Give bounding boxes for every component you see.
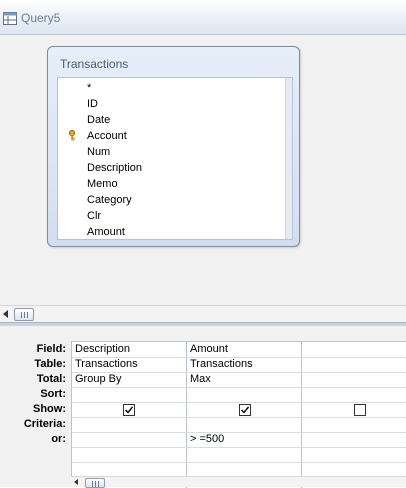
row-divider <box>72 417 406 418</box>
grid-cell-or[interactable] <box>190 447 300 462</box>
row-label-field: Field: <box>36 343 66 355</box>
show-checkbox[interactable] <box>354 404 366 416</box>
grid-cell-field[interactable]: Description <box>75 342 185 357</box>
row-label-show: Show: <box>33 403 66 415</box>
grid-cell-total[interactable]: Max <box>190 372 300 387</box>
query-icon <box>3 12 17 28</box>
field-item[interactable]: Clr <box>87 208 101 224</box>
query-design-pane: Transactions * ID Date Account Num Descr… <box>0 35 406 305</box>
row-divider <box>72 462 406 463</box>
row-label-or: or: <box>51 433 66 445</box>
field-item[interactable]: Account <box>87 128 127 144</box>
field-item[interactable]: Category <box>87 192 132 208</box>
checkmark-icon <box>241 406 250 414</box>
grid-cell-table[interactable]: Transactions <box>75 357 185 372</box>
query-grid-pane: Field: Table: Total: Sort: Show: Criteri… <box>0 326 406 488</box>
show-checkbox[interactable] <box>123 404 135 416</box>
grid-cell-field[interactable]: Amount <box>190 342 300 357</box>
field-item[interactable]: Description <box>87 160 142 176</box>
scroll-thumb[interactable] <box>14 308 34 321</box>
field-item[interactable]: Date <box>87 112 110 128</box>
grid-cell-field[interactable] <box>305 342 405 357</box>
document-tab[interactable]: Query5 <box>0 0 406 35</box>
row-label-total: Total: <box>36 373 66 385</box>
scroll-left-icon[interactable] <box>74 479 78 485</box>
field-item[interactable]: Memo <box>87 176 118 192</box>
grid-cell-or[interactable] <box>75 447 185 462</box>
field-item[interactable]: Num <box>87 144 110 160</box>
row-label-sort: Sort: <box>40 388 66 400</box>
design-grid: Description Transactions Group By Amount… <box>71 341 406 488</box>
grid-cell-criteria[interactable] <box>75 432 185 447</box>
row-label-table: Table: <box>34 358 66 370</box>
design-pane-scrollbar[interactable] <box>0 305 406 322</box>
field-list-scrollbar[interactable] <box>285 78 292 239</box>
checkmark-icon <box>125 406 134 414</box>
row-label-criteria: Criteria: <box>23 418 66 430</box>
scroll-left-icon[interactable] <box>3 310 8 318</box>
document-title: Query5 <box>21 11 61 25</box>
column-divider[interactable] <box>186 342 187 488</box>
field-item[interactable]: ID <box>87 96 98 112</box>
key-icon <box>68 130 77 144</box>
grid-cell-total[interactable]: Group By <box>75 372 185 387</box>
column-divider[interactable] <box>301 342 302 488</box>
field-item[interactable]: * <box>87 80 91 96</box>
row-divider <box>72 402 406 403</box>
field-item[interactable]: Amount <box>87 224 125 240</box>
grid-cell-table[interactable]: Transactions <box>190 357 300 372</box>
table-field-list-window[interactable]: Transactions * ID Date Account Num Descr… <box>47 46 300 247</box>
grid-cell-criteria[interactable]: > =500 <box>190 432 300 447</box>
table-title: Transactions <box>60 57 129 71</box>
grid-scrollbar[interactable] <box>71 476 406 488</box>
grid-cell-sort[interactable] <box>190 387 300 402</box>
grid-cell-sort[interactable] <box>75 387 185 402</box>
show-checkbox[interactable] <box>239 404 251 416</box>
field-list: * ID Date Account Num Description Memo C… <box>57 77 293 240</box>
